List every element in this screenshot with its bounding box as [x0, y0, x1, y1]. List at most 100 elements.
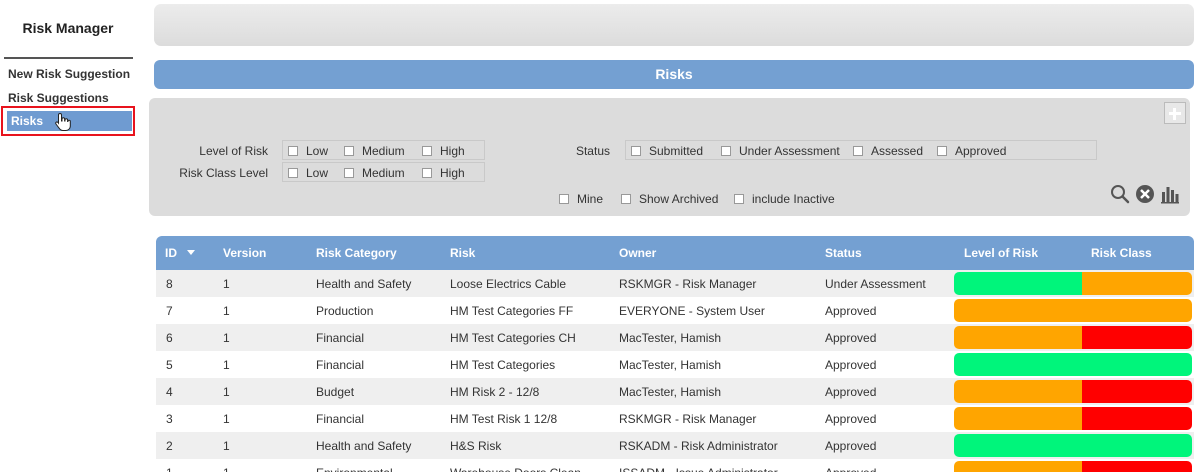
cell-owner: MacTester, Hamish — [619, 331, 722, 345]
class-high-checkbox[interactable]: High — [422, 166, 465, 180]
level-of-risk-indicator — [954, 407, 1082, 430]
checkbox-label: Submitted — [649, 144, 704, 158]
sidebar-item-new-risk-suggestion[interactable]: New Risk Suggestion — [8, 67, 130, 81]
checkbox-icon — [621, 194, 631, 204]
risk-class-indicator — [1082, 434, 1192, 457]
table-row[interactable]: 2 1 Health and Safety H&S Risk RSKADM - Risk… — [156, 432, 1194, 459]
checkbox-label: Approved — [955, 144, 1007, 158]
cell-status: Approved — [825, 385, 877, 399]
column-header-level-of-risk[interactable]: Level of Risk — [964, 246, 1038, 260]
table-row[interactable]: 7 1 Production HM Test Categories FF EVERYON… — [156, 297, 1194, 324]
column-header-status[interactable]: Status — [825, 246, 862, 260]
cell-risk-category: Environmental — [316, 466, 393, 472]
cell-risk-category: Financial — [316, 412, 365, 426]
checkbox-label: include Inactive — [752, 192, 835, 206]
cell-version: 1 — [223, 439, 230, 453]
risk-class-indicator — [1082, 299, 1192, 322]
status-label: Status — [575, 144, 610, 158]
cell-status: Approved — [825, 304, 877, 318]
column-header-owner[interactable]: Owner — [619, 246, 656, 260]
level-high-checkbox[interactable]: High — [422, 144, 465, 158]
search-icon[interactable] — [1110, 184, 1130, 204]
cell-id: 7 — [166, 304, 173, 318]
sidebar: Risk Manager New Risk Suggestion Risk Su… — [0, 0, 140, 472]
checkbox-icon — [344, 146, 354, 156]
risk-class-indicator — [1082, 461, 1192, 472]
cell-risk-category: Health and Safety — [316, 439, 412, 453]
sidebar-item-risk-suggestions[interactable]: Risk Suggestions — [8, 91, 109, 105]
table-row[interactable]: 6 1 Financial HM Test Categories CH MacTeste… — [156, 324, 1194, 351]
cell-risk: HM Test Categories CH — [450, 331, 576, 345]
class-medium-checkbox[interactable]: Medium — [344, 166, 405, 180]
show-archived-checkbox[interactable]: Show Archived — [621, 192, 718, 206]
cell-version: 1 — [223, 412, 230, 426]
level-of-risk-group: Low Medium High — [282, 140, 485, 160]
sidebar-item-risks-highlight: Risks — [1, 106, 135, 136]
checkbox-icon — [288, 146, 298, 156]
add-risk-button[interactable] — [1164, 102, 1186, 124]
checkbox-icon — [288, 168, 298, 178]
page-title: Risks — [154, 60, 1194, 89]
hand-cursor-icon — [55, 112, 71, 131]
level-of-risk-indicator — [954, 434, 1082, 457]
cell-risk-category: Financial — [316, 331, 365, 345]
checkbox-label: Low — [306, 166, 329, 180]
cell-owner: EVERYONE - System User — [619, 304, 765, 318]
sidebar-item-risks[interactable]: Risks — [7, 111, 132, 131]
cell-owner: RSKMGR - Risk Manager — [619, 277, 757, 291]
cell-risk: HM Test Categories — [450, 358, 556, 372]
table-row[interactable]: 1 1 Environmental Warehouse Doors Clean ISSA… — [156, 459, 1194, 472]
table-row[interactable]: 4 1 Budget HM Risk 2 - 12/8 MacTester, Hamis… — [156, 378, 1194, 405]
cell-id: 4 — [166, 385, 173, 399]
status-under-assessment-checkbox[interactable]: Under Assessment — [721, 144, 840, 158]
checkbox-icon — [422, 146, 432, 156]
cell-risk-category: Budget — [316, 385, 355, 399]
cell-risk: HM Risk 2 - 12/8 — [450, 385, 540, 399]
checkbox-label: Medium — [362, 166, 405, 180]
table-row[interactable]: 8 1 Health and Safety Loose Electrics Cable… — [156, 270, 1194, 297]
checkbox-label: Mine — [577, 192, 604, 206]
risk-class-indicator — [1082, 353, 1192, 376]
status-submitted-checkbox[interactable]: Submitted — [631, 144, 703, 158]
filter-panel: Level of Risk Low Medium High Risk Class… — [149, 98, 1190, 216]
level-medium-checkbox[interactable]: Medium — [344, 144, 405, 158]
risks-table: ID Version Risk Category Risk Owner Stat… — [156, 236, 1194, 472]
cell-id: 6 — [166, 331, 173, 345]
cell-owner: RSKADM - Risk Administrator — [619, 439, 778, 453]
column-header-risk[interactable]: Risk — [450, 246, 475, 260]
checkbox-icon — [422, 168, 432, 178]
status-assessed-checkbox[interactable]: Assessed — [853, 144, 923, 158]
class-low-checkbox[interactable]: Low — [288, 166, 328, 180]
column-header-id[interactable]: ID — [165, 246, 195, 260]
cell-version: 1 — [223, 304, 230, 318]
checkbox-icon — [559, 194, 569, 204]
level-low-checkbox[interactable]: Low — [288, 144, 328, 158]
cell-risk: Loose Electrics Cable — [450, 277, 567, 291]
risk-class-indicator — [1082, 407, 1192, 430]
top-bar — [154, 4, 1194, 46]
include-inactive-checkbox[interactable]: include Inactive — [734, 192, 835, 206]
cell-id: 8 — [166, 277, 173, 291]
table-row[interactable]: 5 1 Financial HM Test Categories MacTester, … — [156, 351, 1194, 378]
status-approved-checkbox[interactable]: Approved — [937, 144, 1006, 158]
risk-class-indicator — [1082, 380, 1192, 403]
chart-icon[interactable] — [1160, 184, 1180, 204]
table-header: ID Version Risk Category Risk Owner Stat… — [156, 236, 1194, 270]
column-header-risk-class[interactable]: Risk Class — [1091, 246, 1152, 260]
mine-checkbox[interactable]: Mine — [559, 192, 603, 206]
column-header-risk-category[interactable]: Risk Category — [316, 246, 397, 260]
cell-id: 2 — [166, 439, 173, 453]
risk-class-indicator — [1082, 272, 1192, 295]
cell-id: 5 — [166, 358, 173, 372]
table-row[interactable]: 3 1 Financial HM Test Risk 1 12/8 RSKMGR - R… — [156, 405, 1194, 432]
cell-status: Approved — [825, 439, 877, 453]
checkbox-label: High — [440, 144, 465, 158]
checkbox-icon — [853, 146, 863, 156]
checkbox-label: Low — [306, 144, 329, 158]
cell-risk: Warehouse Doors Clean — [450, 466, 581, 472]
column-header-version[interactable]: Version — [223, 246, 266, 260]
level-of-risk-indicator — [954, 380, 1082, 403]
table-body: 8 1 Health and Safety Loose Electrics Cable… — [156, 270, 1194, 472]
clear-filter-icon[interactable] — [1135, 184, 1155, 204]
checkbox-label: Assessed — [871, 144, 924, 158]
